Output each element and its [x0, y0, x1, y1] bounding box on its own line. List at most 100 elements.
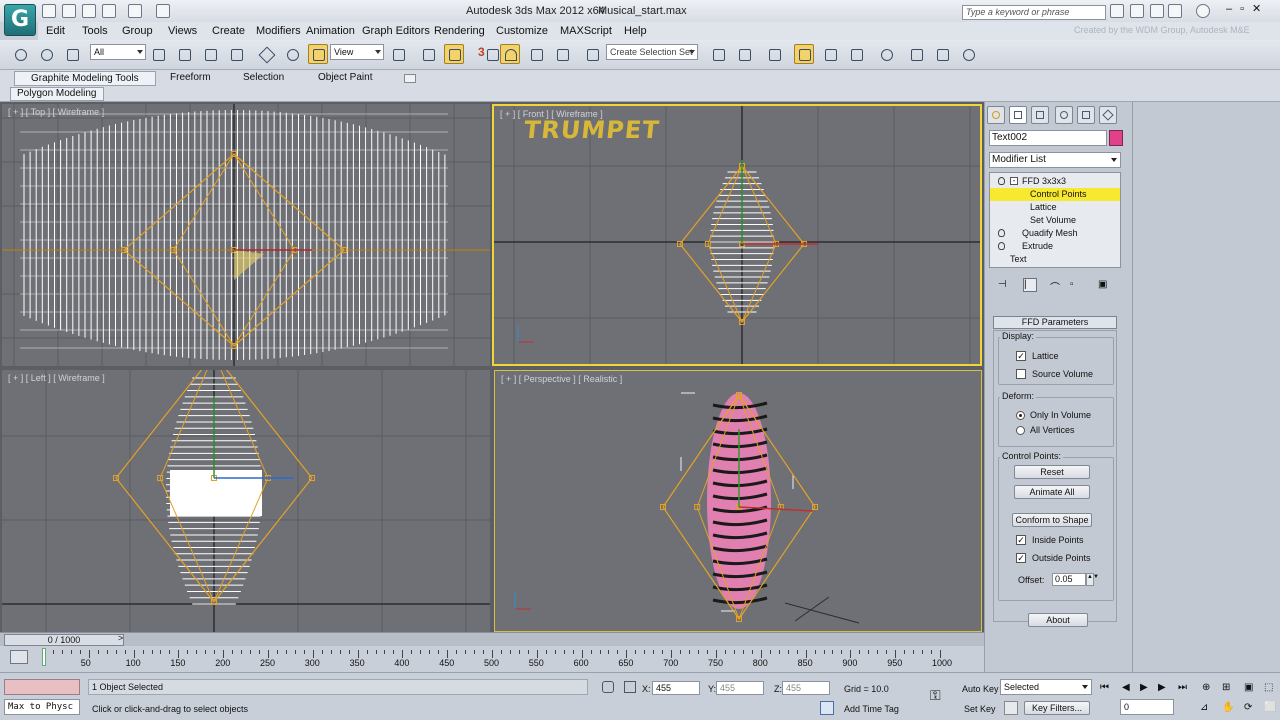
- window-controls[interactable]: –▫✕: [1226, 2, 1280, 18]
- add-time-tag-button[interactable]: Add Time Tag: [844, 704, 899, 714]
- modifier-stack-item[interactable]: Extrude: [990, 240, 1120, 253]
- y-coordinate-field[interactable]: 455: [716, 681, 764, 695]
- modifier-stack-item[interactable]: Control Points: [990, 188, 1120, 201]
- render-production-icon[interactable]: [958, 44, 978, 64]
- ribbon-options-dropdown[interactable]: [404, 74, 416, 83]
- select-and-scale-icon[interactable]: [308, 44, 328, 64]
- schematic-view-icon[interactable]: [846, 44, 866, 64]
- all-vertices-radio[interactable]: [1016, 426, 1025, 435]
- x-coordinate-field[interactable]: 455: [652, 681, 700, 695]
- modify-tab-icon[interactable]: [1009, 106, 1027, 124]
- modifier-stack[interactable]: - FFD 3x3x3 Control Points Lattice Set Volum…: [989, 172, 1121, 268]
- motion-tab-icon[interactable]: [1055, 106, 1073, 124]
- menu-help[interactable]: Help: [624, 25, 647, 37]
- play-icon[interactable]: ▶: [1140, 682, 1154, 694]
- select-by-name-icon[interactable]: [174, 44, 194, 64]
- material-editor-icon[interactable]: [876, 44, 896, 64]
- lightbulb-icon[interactable]: [998, 177, 1005, 185]
- layer-manager-icon[interactable]: [764, 44, 784, 64]
- reference-coordinate-dropdown[interactable]: View: [330, 44, 384, 60]
- save-file-icon[interactable]: [82, 4, 96, 18]
- menu-views[interactable]: Views: [168, 25, 197, 37]
- viewport-perspective-label[interactable]: [ + ] [ Perspective ] [ Realistic ]: [501, 374, 622, 384]
- angle-snap-icon[interactable]: [500, 44, 520, 64]
- help-icon[interactable]: [1196, 4, 1210, 18]
- collapse-icon[interactable]: -: [1010, 177, 1018, 185]
- search-input[interactable]: Type a keyword or phrase: [962, 5, 1106, 20]
- display-tab-icon[interactable]: [1077, 106, 1095, 124]
- modifier-stack-item[interactable]: Lattice: [990, 201, 1120, 214]
- key-icon[interactable]: ⚿: [930, 687, 941, 704]
- menu-group[interactable]: Group: [122, 25, 153, 37]
- zoom-all-icon[interactable]: ⊞: [1222, 682, 1236, 694]
- menu-rendering[interactable]: Rendering: [434, 25, 485, 37]
- modifier-stack-item[interactable]: - FFD 3x3x3: [990, 175, 1120, 188]
- select-and-move-icon[interactable]: [256, 44, 276, 64]
- bind-space-warp-icon[interactable]: [62, 44, 82, 64]
- set-key-button[interactable]: Set Key: [964, 704, 996, 714]
- time-tag-icon[interactable]: [820, 701, 834, 715]
- conform-to-shape-button[interactable]: Conform to Shape: [1012, 513, 1092, 527]
- current-frame-marker[interactable]: [42, 648, 46, 666]
- keyboard-shortcut-override-icon[interactable]: [444, 44, 464, 64]
- render-setup-icon[interactable]: [906, 44, 926, 64]
- rectangular-selection-icon[interactable]: [200, 44, 220, 64]
- modifier-list-dropdown[interactable]: Modifier List: [989, 152, 1121, 168]
- absolute-mode-icon[interactable]: [624, 681, 636, 693]
- tab-selection[interactable]: Selection: [243, 72, 284, 83]
- menu-edit[interactable]: Edit: [46, 25, 65, 37]
- time-slider-next-icon[interactable]: >: [118, 633, 123, 643]
- project-folder-icon[interactable]: [156, 4, 170, 18]
- show-end-result-icon[interactable]: |: [1023, 278, 1037, 292]
- curve-editor-icon[interactable]: [820, 44, 840, 64]
- graphite-toggle-icon[interactable]: [794, 44, 814, 64]
- configure-modifier-sets-icon[interactable]: ▣: [1097, 278, 1111, 292]
- time-slider[interactable]: 0 / 1000 >: [0, 632, 984, 646]
- field-of-view-icon[interactable]: ⊿: [1200, 702, 1214, 714]
- tab-graphite-modeling-tools[interactable]: Graphite Modeling Tools: [14, 71, 156, 86]
- ffd-parameters-rollout[interactable]: FFD Parameters: [993, 316, 1117, 329]
- orbit-icon[interactable]: ⟳: [1244, 702, 1258, 714]
- previous-frame-icon[interactable]: ◀: [1122, 682, 1136, 694]
- offset-spinner[interactable]: 0.05: [1052, 573, 1086, 586]
- viewport-left[interactable]: [ + ] [ Left ] [ Wireframe ]: [2, 370, 490, 632]
- application-logo[interactable]: G: [4, 4, 36, 36]
- zoom-extents-icon[interactable]: ▣: [1244, 682, 1258, 694]
- maxscript-listener-input[interactable]: Max to Physc: [4, 699, 80, 715]
- rendered-frame-window-icon[interactable]: [932, 44, 952, 64]
- tab-freeform[interactable]: Freeform: [170, 72, 211, 83]
- make-unique-icon[interactable]: ⌒: [1049, 278, 1063, 294]
- open-file-icon[interactable]: [62, 4, 76, 18]
- mirror-icon[interactable]: [708, 44, 728, 64]
- pivot-center-icon[interactable]: [388, 44, 408, 64]
- snaps-toggle-icon[interactable]: [482, 44, 502, 64]
- communication-icon[interactable]: [1150, 4, 1164, 18]
- select-manipulate-icon[interactable]: [418, 44, 438, 64]
- reset-button[interactable]: Reset: [1014, 465, 1090, 479]
- menu-customize[interactable]: Customize: [496, 25, 548, 37]
- zoom-icon[interactable]: ⊕: [1202, 682, 1216, 694]
- select-object-icon[interactable]: [148, 44, 168, 64]
- lock-selection-icon[interactable]: [602, 681, 614, 693]
- menu-maxscript[interactable]: MAXScript: [560, 25, 612, 37]
- go-to-start-icon[interactable]: ⏮: [1100, 682, 1114, 694]
- remove-modifier-icon[interactable]: ▫: [1069, 278, 1083, 292]
- binoculars-icon[interactable]: [1110, 4, 1124, 18]
- unlink-selection-icon[interactable]: [36, 44, 56, 64]
- viewport-perspective[interactable]: [ + ] [ Perspective ] [ Realistic ]: [494, 370, 982, 632]
- new-file-icon[interactable]: [42, 4, 56, 18]
- pan-icon[interactable]: ✋: [1222, 702, 1236, 714]
- favorites-star-icon[interactable]: [1168, 4, 1182, 18]
- menu-create[interactable]: Create: [212, 25, 245, 37]
- lattice-checkbox[interactable]: ✓: [1016, 351, 1026, 361]
- modifier-stack-item[interactable]: Quadify Mesh: [990, 227, 1120, 240]
- viewport-front[interactable]: TRUMPET [ + ] [ Front ] [ Wireframe ]: [492, 104, 982, 366]
- only-in-volume-radio[interactable]: [1016, 411, 1025, 420]
- object-name-field[interactable]: Text002: [989, 130, 1107, 146]
- current-frame-field[interactable]: 0: [1120, 699, 1174, 715]
- selection-filter-dropdown[interactable]: All: [90, 44, 146, 60]
- menu-animation[interactable]: Animation: [306, 25, 355, 37]
- offset-spinner-arrows[interactable]: ▲▼: [1086, 573, 1099, 586]
- inside-points-checkbox[interactable]: ✓: [1016, 535, 1026, 545]
- align-icon[interactable]: [734, 44, 754, 64]
